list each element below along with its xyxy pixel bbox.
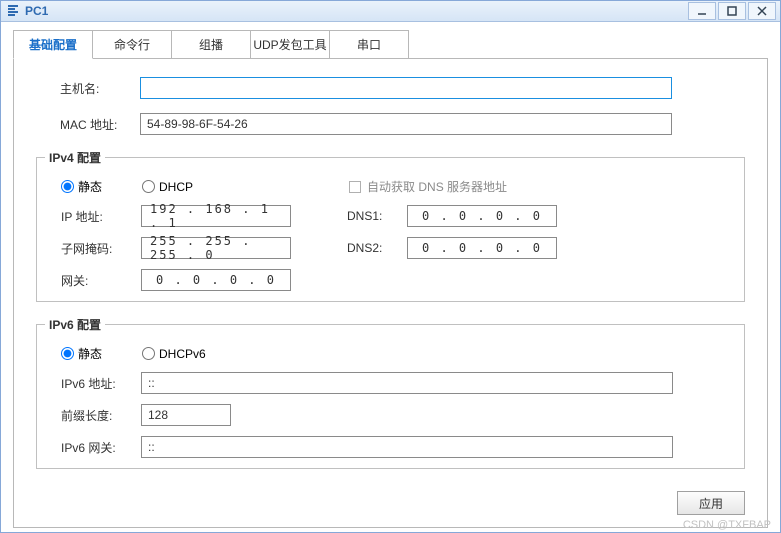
tab-multicast[interactable]: 组播 — [171, 30, 251, 58]
close-button[interactable] — [748, 2, 776, 20]
maximize-button[interactable] — [718, 2, 746, 20]
ipv6-prefix-label: 前缀长度: — [37, 407, 131, 424]
ipv4-group: IPv4 配置 静态 DHCP 自动获取 DNS 服务器地址 IP 地址: 192… — [36, 149, 745, 302]
ipv6-dhcp-radio[interactable]: DHCPv6 — [142, 347, 206, 361]
dns1-input[interactable]: 0 . 0 . 0 . 0 — [407, 205, 557, 227]
tab-serial[interactable]: 串口 — [329, 30, 409, 58]
dns2-input[interactable]: 0 . 0 . 0 . 0 — [407, 237, 557, 259]
hostname-input[interactable] — [140, 77, 672, 99]
mac-label: MAC 地址: — [36, 116, 130, 133]
tab-bar: 基础配置 命令行 组播 UDP发包工具 串口 — [13, 30, 768, 59]
dns1-label: DNS1: — [347, 209, 397, 223]
dns2-label: DNS2: — [347, 241, 397, 255]
ip-input[interactable]: 192 . 168 . 1 . 1 — [141, 205, 291, 227]
ipv6-static-radio[interactable]: 静态 — [61, 345, 102, 362]
watermark: CSDN @TXFBAP — [683, 519, 771, 531]
ipv6-gw-label: IPv6 网关: — [37, 439, 131, 456]
tab-udp[interactable]: UDP发包工具 — [250, 30, 330, 58]
ipv6-group: IPv6 配置 静态 DHCPv6 IPv6 地址: 前缀长度: IPv6 网关… — [36, 316, 745, 469]
ipv4-legend: IPv4 配置 — [45, 149, 105, 166]
window-title: PC1 — [25, 4, 688, 18]
ipv6-addr-input[interactable] — [141, 372, 673, 394]
ipv4-dhcp-radio[interactable]: DHCP — [142, 180, 193, 194]
gateway-input[interactable]: 0 . 0 . 0 . 0 — [141, 269, 291, 291]
mac-input[interactable] — [140, 113, 672, 135]
mask-input[interactable]: 255 . 255 . 255 . 0 — [141, 237, 291, 259]
tab-body: 主机名: MAC 地址: IPv4 配置 静态 DHCP 自动获取 DNS 服务… — [13, 59, 768, 528]
minimize-button[interactable] — [688, 2, 716, 20]
app-icon — [5, 3, 21, 19]
ipv4-static-radio[interactable]: 静态 — [61, 178, 102, 195]
ipv6-addr-label: IPv6 地址: — [37, 375, 131, 392]
apply-button[interactable]: 应用 — [677, 491, 745, 515]
hostname-label: 主机名: — [36, 80, 130, 97]
ipv6-gw-input[interactable] — [141, 436, 673, 458]
auto-dns-checkbox[interactable]: 自动获取 DNS 服务器地址 — [349, 178, 507, 195]
tab-basic[interactable]: 基础配置 — [13, 30, 93, 59]
titlebar: PC1 — [1, 1, 780, 22]
ipv6-legend: IPv6 配置 — [45, 316, 105, 333]
tab-cli[interactable]: 命令行 — [92, 30, 172, 58]
ip-label: IP 地址: — [37, 208, 131, 225]
mask-label: 子网掩码: — [37, 240, 131, 257]
ipv6-prefix-input[interactable] — [141, 404, 231, 426]
gateway-label: 网关: — [37, 272, 131, 289]
